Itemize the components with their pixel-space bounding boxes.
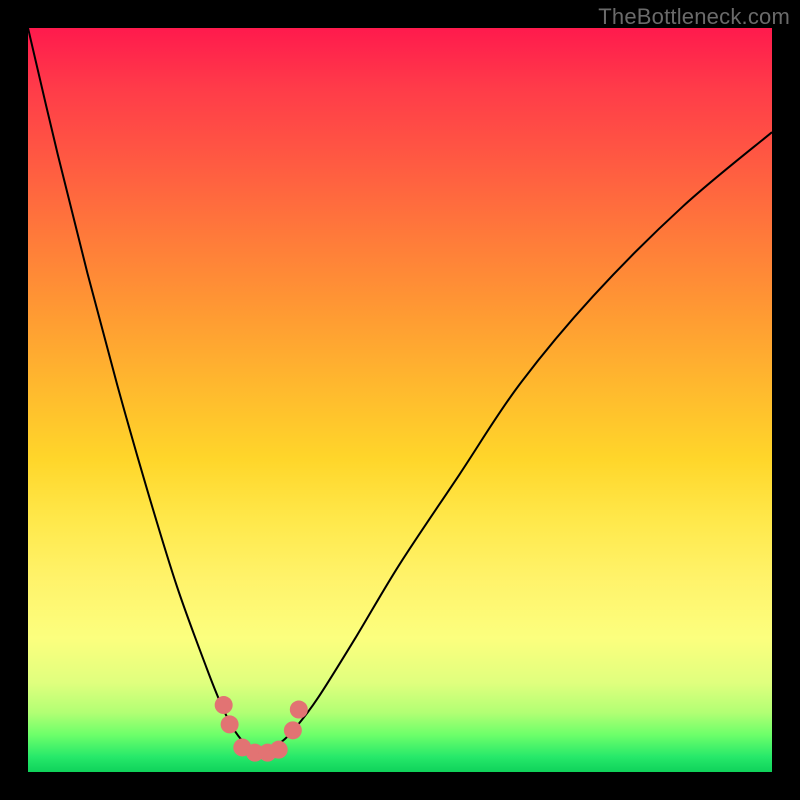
highlighted-points <box>215 696 308 762</box>
bottleneck-curve <box>28 28 772 751</box>
highlight-point <box>215 696 233 714</box>
chart-svg <box>28 28 772 772</box>
highlight-point <box>221 715 239 733</box>
plot-area <box>28 28 772 772</box>
bottleneck-curve-path <box>28 28 772 751</box>
watermark-text: TheBottleneck.com <box>598 4 790 30</box>
highlight-point <box>290 701 308 719</box>
chart-frame: TheBottleneck.com <box>0 0 800 800</box>
highlight-point <box>284 721 302 739</box>
highlight-point <box>270 741 288 759</box>
